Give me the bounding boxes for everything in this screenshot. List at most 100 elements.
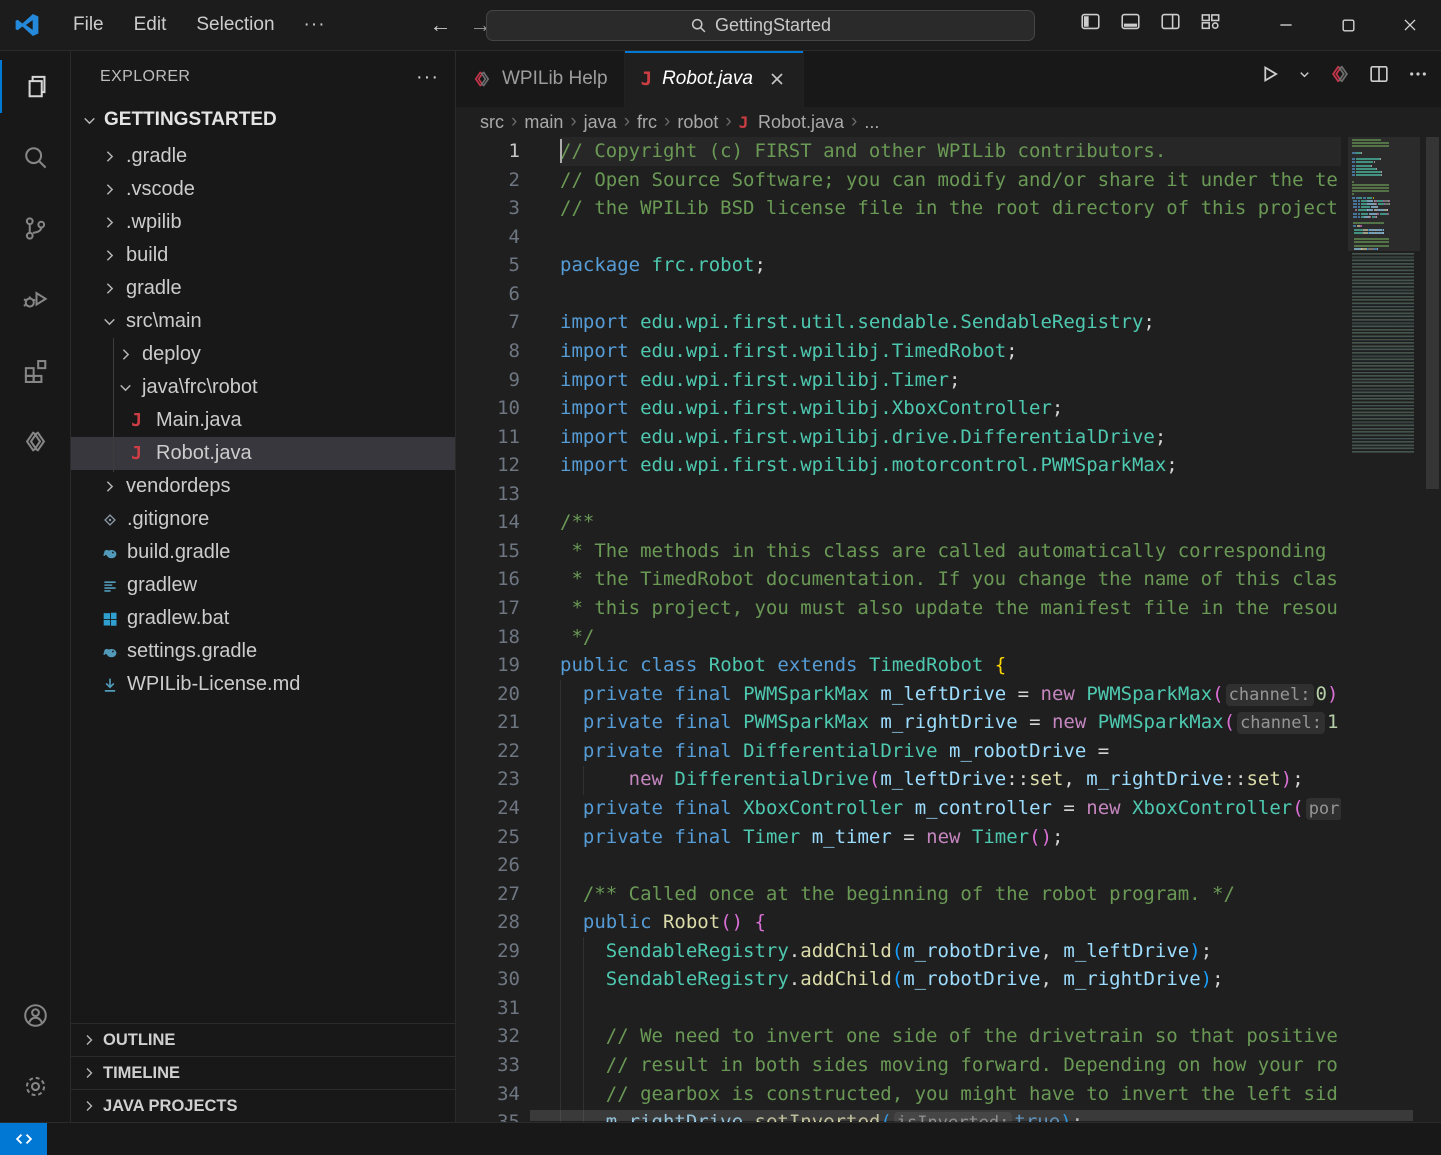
code-line-34[interactable]: // gearbox is constructed, you might hav… [560, 1080, 1341, 1109]
activity-extensions[interactable] [0, 335, 70, 406]
remote-indicator[interactable] [0, 1123, 47, 1155]
code-line-22[interactable]: private final DifferentialDrive m_robotD… [560, 737, 1341, 766]
horizontal-scrollbar[interactable] [530, 1110, 1413, 1121]
tree-item-.gradle[interactable]: .gradle [71, 140, 455, 173]
code-line-11[interactable]: import edu.wpi.first.wpilibj.drive.Diffe… [560, 423, 1341, 452]
code-line-29[interactable]: SendableRegistry.addChild(m_robotDrive, … [560, 937, 1341, 966]
toggle-sidebar-icon[interactable] [1080, 11, 1101, 32]
wpilib-icon[interactable] [1329, 63, 1351, 85]
tree-item-main.java[interactable]: JMain.java [71, 404, 455, 437]
line-number[interactable]: 5 [456, 251, 520, 280]
breadcrumb-item-...[interactable]: ... [864, 112, 879, 133]
customize-layout-icon[interactable] [1200, 11, 1221, 32]
breadcrumb-item-main[interactable]: main [524, 112, 563, 133]
code-line-20[interactable]: private final PWMSparkMax m_leftDrive = … [560, 680, 1341, 709]
line-number[interactable]: 35 [456, 1108, 520, 1122]
code-line-25[interactable]: private final Timer m_timer = new Timer(… [560, 823, 1341, 852]
code-line-33[interactable]: // result in both sides moving forward. … [560, 1051, 1341, 1080]
activity-settings[interactable] [0, 1051, 70, 1122]
line-number[interactable]: 14 [456, 508, 520, 537]
line-number[interactable]: 12 [456, 451, 520, 480]
toggle-panel-icon[interactable] [1120, 11, 1141, 32]
sidebar-more-actions[interactable]: ··· [416, 66, 439, 89]
tree-item-gradle[interactable]: gradle [71, 272, 455, 305]
code-line-8[interactable]: import edu.wpi.first.wpilibj.TimedRobot; [560, 337, 1341, 366]
minimap[interactable] [1348, 137, 1420, 1122]
code-line-15[interactable]: * The methods in this class are called a… [560, 537, 1341, 566]
tree-item-gradlew.bat[interactable]: gradlew.bat [71, 602, 455, 635]
line-number[interactable]: 18 [456, 623, 520, 652]
tab-robot.java[interactable]: JRobot.java [625, 51, 804, 107]
code-line-4[interactable] [560, 223, 1341, 252]
code-line-18[interactable]: */ [560, 623, 1341, 652]
menu-file[interactable]: File [58, 8, 119, 42]
line-number[interactable]: 24 [456, 794, 520, 823]
line-number[interactable]: 3 [456, 194, 520, 223]
tree-root-gettingstarted[interactable]: GETTINGSTARTED [71, 103, 455, 137]
tree-item-java-frc-robot[interactable]: java\frc\robot [71, 371, 455, 404]
breadcrumb-item-frc[interactable]: frc [637, 112, 657, 133]
code-line-9[interactable]: import edu.wpi.first.wpilibj.Timer; [560, 366, 1341, 395]
panel-outline[interactable]: OUTLINE [71, 1023, 455, 1056]
split-editor-icon[interactable] [1368, 63, 1390, 85]
line-number[interactable]: 4 [456, 223, 520, 252]
code-line-6[interactable] [560, 280, 1341, 309]
line-number[interactable]: 30 [456, 965, 520, 994]
code-line-13[interactable] [560, 480, 1341, 509]
menu-edit[interactable]: Edit [119, 8, 182, 42]
tab-close-icon[interactable] [767, 69, 787, 89]
code-line-23[interactable]: new DifferentialDrive(m_leftDrive::set, … [560, 765, 1341, 794]
tree-item-build.gradle[interactable]: build.gradle [71, 536, 455, 569]
code-line-32[interactable]: // We need to invert one side of the dri… [560, 1022, 1341, 1051]
maximize-button[interactable] [1317, 0, 1379, 50]
tree-item-.wpilib[interactable]: .wpilib [71, 206, 455, 239]
tree-item-wpilib-license.md[interactable]: WPILib-License.md [71, 668, 455, 701]
line-number[interactable]: 10 [456, 394, 520, 423]
code-editor[interactable]: 1234567891011121314151617181920212223242… [456, 137, 1441, 1122]
activity-account[interactable] [0, 980, 70, 1051]
code-line-30[interactable]: SendableRegistry.addChild(m_robotDrive, … [560, 965, 1341, 994]
line-number[interactable]: 25 [456, 823, 520, 852]
code-line-31[interactable] [560, 994, 1341, 1023]
line-number[interactable]: 6 [456, 280, 520, 309]
code-line-19[interactable]: public class Robot extends TimedRobot { [560, 651, 1341, 680]
code-line-21[interactable]: private final PWMSparkMax m_rightDrive =… [560, 708, 1341, 737]
activity-wpilib[interactable] [0, 406, 70, 477]
menu-selection[interactable]: Selection [181, 8, 289, 42]
tree-item-robot.java[interactable]: JRobot.java [71, 437, 455, 470]
tree-item-build[interactable]: build [71, 239, 455, 272]
code-line-1[interactable]: // Copyright (c) FIRST and other WPILib … [560, 137, 1341, 166]
nav-back-icon[interactable]: ← [428, 12, 454, 38]
vertical-scrollbar[interactable] [1426, 137, 1439, 489]
minimize-button[interactable] [1255, 0, 1317, 50]
line-number[interactable]: 11 [456, 423, 520, 452]
code-line-12[interactable]: import edu.wpi.first.wpilibj.motorcontro… [560, 451, 1341, 480]
activity-search[interactable] [0, 122, 70, 193]
command-center-search[interactable]: GettingStarted [486, 10, 1035, 41]
line-number[interactable]: 20 [456, 680, 520, 709]
line-number[interactable]: 7 [456, 308, 520, 337]
line-number[interactable]: 9 [456, 366, 520, 395]
breadcrumb-item-java[interactable]: java [584, 112, 617, 133]
activity-explorer[interactable] [0, 51, 70, 122]
code-line-10[interactable]: import edu.wpi.first.wpilibj.XboxControl… [560, 394, 1341, 423]
line-number[interactable]: 13 [456, 480, 520, 509]
tab-wpilib-help[interactable]: WPILib Help [456, 51, 625, 107]
code-line-14[interactable]: /** [560, 508, 1341, 537]
close-button[interactable] [1379, 0, 1441, 50]
line-number[interactable]: 29 [456, 937, 520, 966]
tree-item-settings.gradle[interactable]: settings.gradle [71, 635, 455, 668]
breadcrumb-item-robot.java[interactable]: J Robot.java [739, 112, 844, 133]
toggle-secondary-sidebar-icon[interactable] [1160, 11, 1181, 32]
code-line-28[interactable]: public Robot() { [560, 908, 1341, 937]
activity-run-debug[interactable] [0, 264, 70, 335]
breadcrumb-item-src[interactable]: src [480, 112, 504, 133]
line-number[interactable]: 26 [456, 851, 520, 880]
activity-source-control[interactable] [0, 193, 70, 264]
run-dropdown-icon[interactable] [1297, 67, 1312, 82]
tree-item-src-main[interactable]: src\main [71, 305, 455, 338]
line-number[interactable]: 15 [456, 537, 520, 566]
tree-item-vendordeps[interactable]: vendordeps [71, 470, 455, 503]
tree-item-.gitignore[interactable]: .gitignore [71, 503, 455, 536]
line-number[interactable]: 33 [456, 1051, 520, 1080]
